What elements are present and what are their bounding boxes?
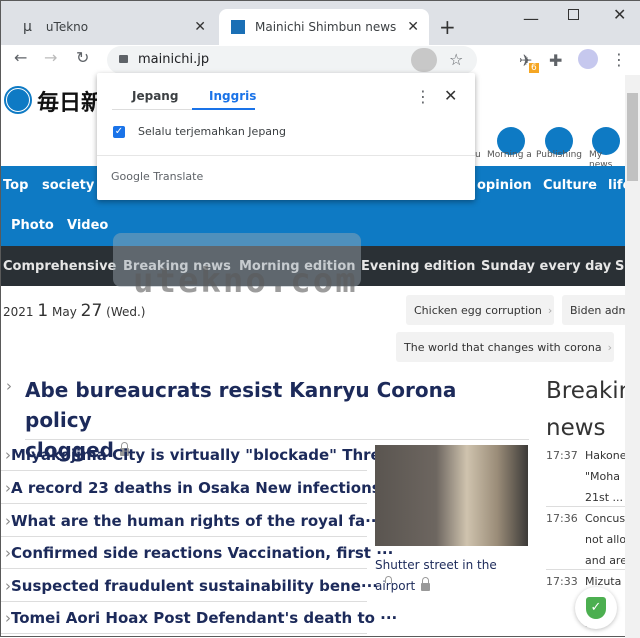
close-icon[interactable]: ✕ — [444, 88, 457, 104]
list-item[interactable]: › Tomei Aori Hoax Post Defendant's death … — [1, 602, 397, 634]
extension-badge: 6 — [529, 63, 539, 73]
menu-icon[interactable]: ⋮ — [611, 52, 627, 68]
watermark: utekno.com — [133, 261, 358, 301]
always-translate-checkbox[interactable]: ✓ — [113, 126, 125, 138]
nav-society[interactable]: society — [42, 178, 94, 193]
translate-popup: Jepang Inggris ⋮ ✕ ✓ Selalu terjemahkan … — [97, 73, 475, 200]
minimize-icon[interactable]: — — [523, 11, 539, 27]
more-options-icon[interactable]: ⋮ — [415, 89, 431, 105]
nav-sunday[interactable]: Sunday every day — [481, 259, 611, 274]
translate-icon[interactable] — [411, 48, 437, 72]
tab-mainichi[interactable]: Mainichi Shimbun news and ✕ — [219, 9, 429, 45]
nav-photo[interactable]: Photo — [11, 218, 54, 233]
active-tab-indicator — [192, 108, 255, 110]
bookmark-star-icon[interactable]: ☆ — [449, 52, 463, 68]
tab-jepang[interactable]: Jepang — [132, 89, 178, 103]
list-item[interactable]: › Miyakojima City is virtually "blockade"… — [1, 439, 398, 471]
tab-utekno[interactable]: µ uTekno ✕ — [11, 9, 216, 45]
tag-biden[interactable]: Biden adm — [562, 295, 625, 325]
address-bar[interactable]: mainichi.jp ☆ — [107, 46, 477, 74]
breaking-item[interactable]: 17:36 Concus not allo and are — [546, 508, 625, 570]
airport-photo[interactable] — [375, 445, 528, 546]
list-item[interactable]: › Confirmed side reactions Vaccination, f… — [1, 537, 393, 569]
chevron-right-icon: › — [6, 377, 12, 395]
nav-top[interactable]: Top — [3, 178, 28, 193]
reload-icon[interactable]: ↻ — [76, 50, 89, 66]
date: 2021 1 May 27 (Wed.) — [3, 301, 146, 321]
scrollbar-thumb[interactable] — [627, 93, 638, 181]
google-translate-logo: Google Translate — [111, 170, 204, 183]
nav-opinion[interactable]: opinion — [477, 178, 532, 193]
nav-comprehensive[interactable]: Comprehensive — [3, 259, 116, 274]
tag-chicken-egg[interactable]: Chicken egg corruption › — [406, 295, 554, 325]
nav-evening-edition[interactable]: Evening edition — [361, 259, 475, 274]
breaking-news-title: Breakin news — [546, 378, 625, 441]
mainichi-favicon — [231, 20, 245, 34]
close-tab-icon[interactable]: ✕ — [194, 19, 206, 35]
list-item[interactable]: › What are the human rights of the royal … — [1, 505, 397, 537]
mu-icon: µ — [23, 19, 32, 35]
puzzle-icon[interactable]: ✚ — [549, 53, 562, 69]
lock-icon — [119, 55, 128, 63]
avatar[interactable] — [578, 49, 598, 69]
nav-culture[interactable]: Culture — [543, 178, 597, 193]
lock-icon — [421, 576, 431, 591]
mainichi-logo-icon — [3, 85, 33, 115]
list-item[interactable]: › A record 23 deaths in Osaka New infecti… — [1, 472, 398, 504]
tab-inggris[interactable]: Inggris — [209, 89, 256, 103]
photo-caption[interactable]: Shutter street in the airport — [375, 555, 497, 597]
close-tab-icon[interactable]: ✕ — [407, 19, 419, 35]
nav-video[interactable]: Video — [67, 218, 108, 233]
list-item[interactable]: › Suspected fraudulent sustainability ben… — [1, 570, 393, 602]
adguard-shield-icon[interactable]: ✓ — [575, 587, 617, 629]
nav-life[interactable]: life — [608, 178, 625, 193]
forward-icon[interactable]: → — [44, 50, 57, 66]
logo-text: 毎日新 — [37, 90, 104, 116]
maximize-icon[interactable] — [568, 9, 579, 20]
back-icon[interactable]: ← — [14, 50, 27, 66]
tag-corona[interactable]: The world that changes with corona › — [396, 332, 614, 362]
close-window-icon[interactable]: ✕ — [613, 7, 626, 23]
tab-strip: µ uTekno ✕ Mainichi Shimbun news and ✕ +… — [1, 1, 640, 45]
new-tab-icon[interactable]: + — [439, 17, 456, 37]
breaking-item[interactable]: 17:37 Hakone "Moha 21st ... — [546, 445, 625, 507]
